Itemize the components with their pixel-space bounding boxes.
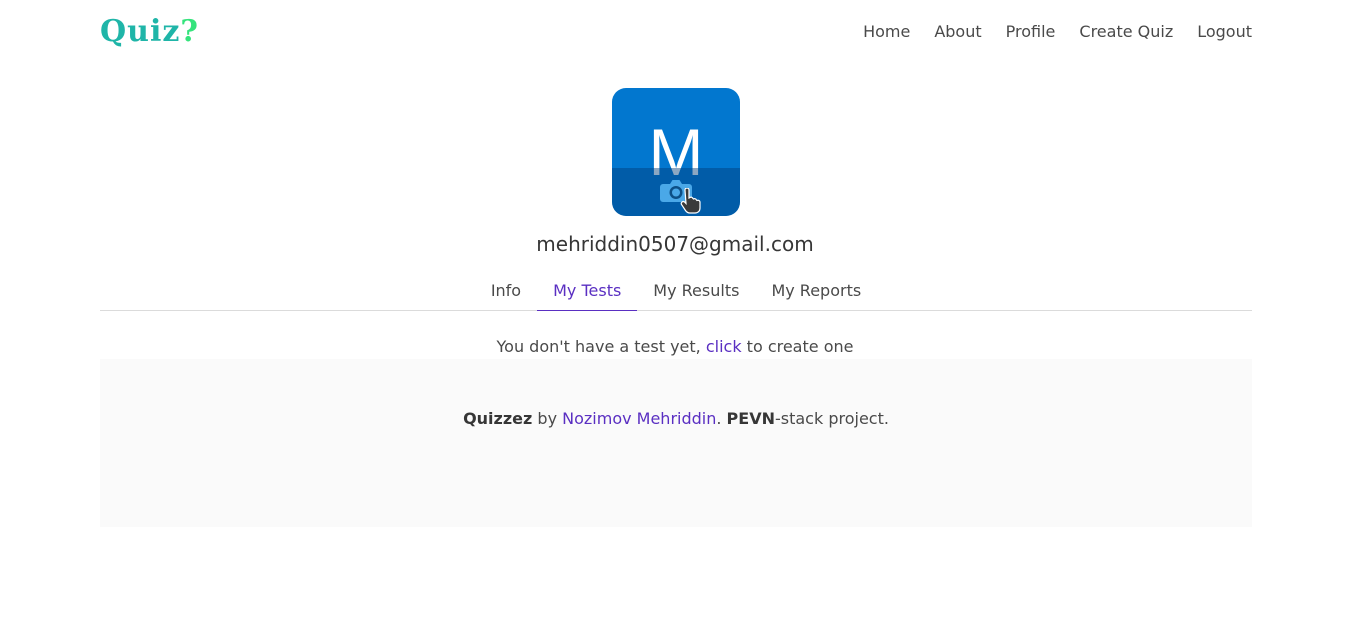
nav-profile-link[interactable]: Profile (1006, 22, 1056, 42)
footer-stack: PEVN (726, 409, 775, 428)
footer-sep: . (716, 409, 727, 428)
nav-create-quiz-link[interactable]: Create Quiz (1079, 22, 1173, 42)
empty-state-text-after: to create one (741, 337, 854, 356)
navbar: Quiz? Home About Profile Create Quiz Log… (100, 0, 1252, 66)
footer-brand: Quizzez (463, 409, 533, 428)
tab-my-results[interactable]: My Results (637, 274, 755, 311)
footer-credit: Quizzez by Nozimov Mehriddin. PEVN-stack… (100, 407, 1252, 431)
footer-suffix: -stack project. (774, 409, 889, 428)
logo-question-mark: ? (180, 14, 199, 49)
create-test-link[interactable]: click (706, 337, 742, 356)
profile-tabs: Info My Tests My Results My Reports (100, 274, 1252, 311)
nav-about-link[interactable]: About (934, 22, 981, 42)
logo-text: Quiz (100, 14, 181, 49)
nav-logout-link[interactable]: Logout (1197, 22, 1252, 42)
empty-state-text-before: You don't have a test yet, (496, 337, 706, 356)
author-link[interactable]: Nozimov Mehriddin (562, 409, 716, 428)
tab-my-tests[interactable]: My Tests (537, 274, 638, 311)
avatar-upload[interactable]: M (612, 88, 740, 216)
tab-my-reports[interactable]: My Reports (755, 274, 877, 311)
tab-info[interactable]: Info (475, 274, 537, 311)
footer-by: by (532, 409, 563, 428)
nav-home-link[interactable]: Home (863, 22, 910, 42)
profile-email: mehriddin0507@gmail.com (536, 232, 814, 256)
main-nav: Home About Profile Create Quiz Logout (863, 22, 1252, 42)
empty-state-message: You don't have a test yet, click to crea… (0, 336, 1350, 358)
footer: Quizzez by Nozimov Mehriddin. PEVN-stack… (100, 359, 1252, 527)
logo[interactable]: Quiz? (100, 12, 199, 52)
hand-cursor-icon (680, 188, 701, 214)
